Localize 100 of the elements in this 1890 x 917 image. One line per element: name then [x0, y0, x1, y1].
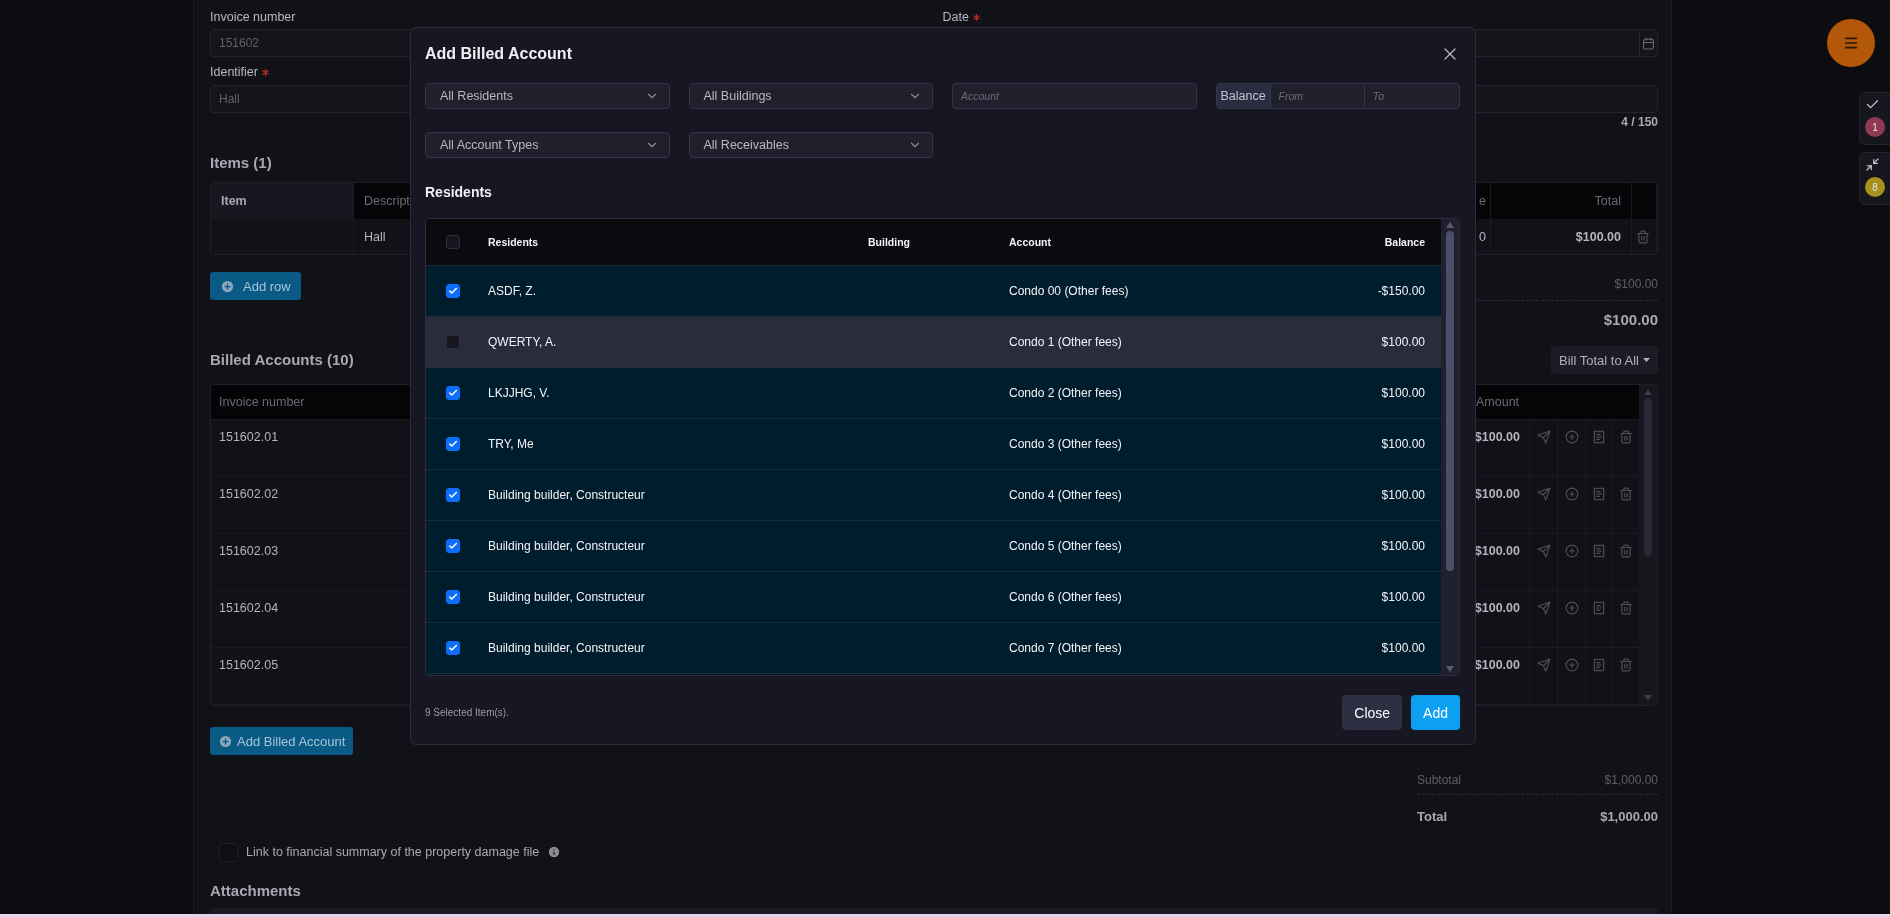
trash-icon[interactable]	[1619, 544, 1633, 558]
subtotal-label: Subtotal	[1417, 773, 1462, 787]
column-header: Account	[1008, 235, 1052, 250]
scrollbar[interactable]	[1639, 385, 1657, 705]
table-cell-text: $100.00	[1380, 589, 1426, 606]
column-header: Amount	[1475, 394, 1521, 411]
total-value: $1,000.00	[1600, 808, 1658, 824]
table-cell: $100.00	[1491, 219, 1632, 254]
scroll-up-icon[interactable]	[1644, 389, 1652, 395]
trash-icon[interactable]	[1619, 601, 1633, 615]
row-checkbox[interactable]	[446, 488, 460, 502]
plus-circle-icon[interactable]	[1564, 601, 1579, 615]
column-header: Invoice number	[219, 395, 305, 409]
table-cell-text: $100.00	[1380, 538, 1426, 555]
row-checkbox[interactable]	[446, 284, 460, 298]
table-cell-text: $100.00	[1380, 334, 1426, 351]
table-cell-text: Building builder, Constructeur	[487, 589, 646, 606]
table-cell-text: Building builder, Constructeur	[487, 487, 646, 504]
scrollbar-thumb[interactable]	[1446, 231, 1454, 571]
subtotal-value: $1,000.00	[1604, 773, 1658, 787]
table-cell-text: Building builder, Constructeur	[487, 640, 646, 657]
section-heading: Items (1)	[210, 153, 273, 173]
character-counter: 4 / 150	[1621, 114, 1658, 130]
trash-icon[interactable]	[1619, 430, 1633, 444]
from-field[interactable]: From	[1270, 84, 1365, 108]
table-cell-text: $100.00	[1473, 600, 1521, 617]
section-heading: Attachments	[210, 881, 302, 901]
count-badge: 8	[1865, 177, 1885, 197]
balance-label: Balance	[1216, 84, 1271, 108]
scroll-down-icon[interactable]	[1446, 666, 1454, 672]
row-checkbox[interactable]	[446, 590, 460, 604]
plus-circle-icon	[220, 278, 235, 294]
row-checkbox[interactable]	[446, 539, 460, 553]
calendar-icon[interactable]	[1642, 36, 1655, 50]
table-cell-text: $100.00	[1473, 486, 1521, 503]
add-row-button[interactable]: Add row	[210, 272, 301, 300]
total-value: $100.00	[1603, 310, 1658, 328]
account-field[interactable]: Account	[952, 83, 1197, 109]
collapse-icon[interactable]	[1865, 157, 1880, 172]
menu-button[interactable]	[1827, 19, 1875, 67]
check-icon	[448, 388, 458, 398]
table-cell-text: ASDF, Z.	[487, 283, 537, 300]
table-cell-text: TRY, Me	[487, 436, 535, 453]
select-all-checkbox[interactable]	[446, 235, 460, 249]
row-checkbox[interactable]	[446, 641, 460, 655]
table-cell-text: $100.00	[1380, 436, 1426, 453]
send-icon[interactable]	[1536, 601, 1551, 615]
scrollbar[interactable]	[1441, 219, 1459, 675]
receipt-icon[interactable]	[1592, 658, 1606, 672]
close-button[interactable]: Close	[1342, 695, 1403, 730]
filter-dropdown[interactable]: All Buildings	[688, 83, 933, 109]
side-tab[interactable]: 1	[1859, 92, 1890, 145]
filter-dropdown[interactable]: All Residents	[425, 83, 670, 109]
caret-icon	[1643, 358, 1650, 362]
check-icon	[448, 286, 458, 296]
send-icon[interactable]	[1536, 658, 1551, 672]
balance-range-field[interactable]: Balance From To	[1215, 83, 1460, 109]
send-icon[interactable]	[1536, 487, 1551, 501]
scroll-up-icon[interactable]	[1446, 222, 1454, 228]
add-billed-account-button[interactable]: Add Billed Account	[210, 727, 354, 755]
table-cell-text: Condo 4 (Other fees)	[1008, 487, 1123, 504]
scrollbar-thumb[interactable]	[1644, 398, 1652, 556]
row-checkbox[interactable]	[446, 386, 460, 400]
plus-circle-icon[interactable]	[1564, 658, 1579, 672]
row-checkbox[interactable]	[446, 335, 460, 349]
menu-icon	[1843, 35, 1859, 51]
trash-icon[interactable]	[1619, 487, 1633, 501]
send-icon[interactable]	[1536, 430, 1551, 444]
trash-icon[interactable]	[1636, 229, 1650, 244]
table-cell-text: -$150.00	[1376, 283, 1426, 300]
selection-count: 9 Selected Item(s).	[425, 707, 509, 718]
receipt-icon[interactable]	[1592, 487, 1606, 501]
filter-dropdown[interactable]: All Account Types	[425, 132, 670, 158]
plus-circle-icon[interactable]	[1564, 430, 1579, 444]
receipt-icon[interactable]	[1592, 430, 1606, 444]
info-icon[interactable]	[547, 845, 562, 859]
table-cell-text: Condo 2 (Other fees)	[1008, 385, 1123, 402]
row-checkbox[interactable]	[446, 437, 460, 451]
table-cell: 151602.05	[219, 658, 279, 672]
table-cell-text: $100.00	[1473, 429, 1521, 446]
table-cell-text: Condo 00 (Other fees)	[1008, 283, 1130, 300]
table-cell: 151602.04	[219, 601, 279, 615]
count-badge: 1	[1865, 117, 1885, 137]
trash-icon[interactable]	[1619, 658, 1633, 672]
plus-circle-icon[interactable]	[1564, 487, 1579, 501]
check-icon	[448, 643, 458, 653]
plus-circle-icon[interactable]	[1564, 544, 1579, 558]
bill-total-dropdown[interactable]: Bill Total to All	[1551, 346, 1658, 374]
section-heading: Billed Accounts (10)	[210, 350, 354, 370]
filter-dropdown[interactable]: All Receivables	[688, 132, 933, 158]
scroll-down-icon[interactable]	[1644, 695, 1652, 701]
to-field[interactable]: To	[1364, 84, 1459, 108]
table-cell-text: QWERTY, A.	[487, 334, 558, 351]
subtotal-value: $100.00	[1614, 277, 1658, 291]
receipt-icon[interactable]	[1592, 601, 1606, 615]
receipt-icon[interactable]	[1592, 544, 1606, 558]
table-cell-text: Condo 3 (Other fees)	[1008, 436, 1123, 453]
table-cell: 151602.02	[219, 487, 279, 501]
table-cell-text: $100.00	[1380, 385, 1426, 402]
send-icon[interactable]	[1536, 544, 1551, 558]
